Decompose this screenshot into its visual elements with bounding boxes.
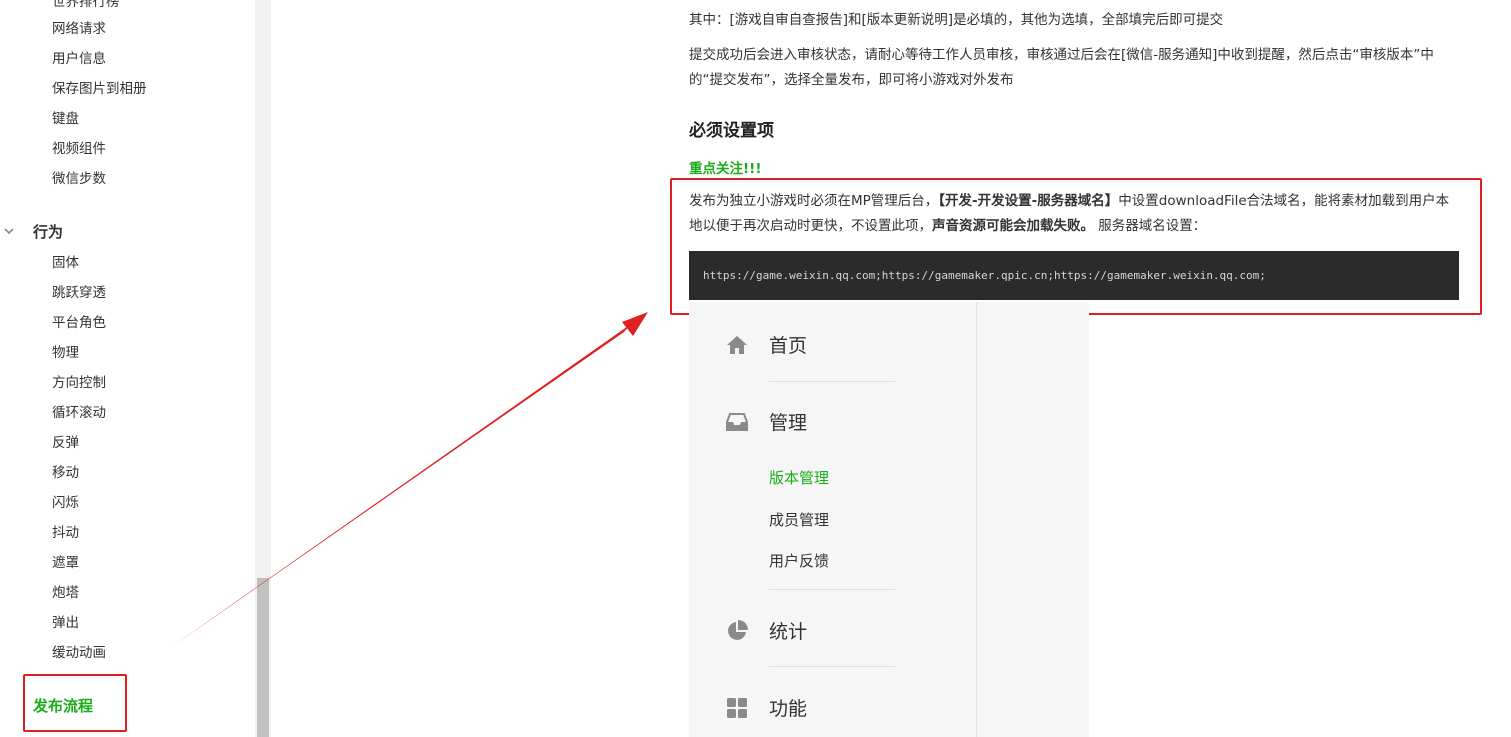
highlight-box-sidebar <box>23 674 127 732</box>
highlight-box-main <box>670 178 1482 315</box>
sidebar-item-loop-scroll[interactable]: 循环滚动 <box>52 403 106 423</box>
sidebar-group-label: 行为 <box>33 222 64 241</box>
sidebar-item-move[interactable]: 移动 <box>52 463 79 483</box>
mp-separator <box>769 589 895 590</box>
paragraph-required-fields: 其中：[游戏自审自查报告]和[版本更新说明]是必填的，其他为选填，全部填完后即可… <box>689 12 1224 28</box>
sidebar-item-save-image[interactable]: 保存图片到相册 <box>52 79 147 99</box>
mp-nav-home-label: 首页 <box>769 335 808 357</box>
sidebar-item-solid[interactable]: 固体 <box>52 253 79 273</box>
mp-subnav-member-manage[interactable]: 成员管理 <box>769 509 829 530</box>
sidebar-item-video[interactable]: 视频组件 <box>52 139 106 159</box>
sidebar-item-bounce[interactable]: 反弹 <box>52 433 79 453</box>
mp-nav-features[interactable]: 功能 <box>725 694 807 721</box>
sidebar-item-wechat-steps[interactable]: 微信步数 <box>52 169 106 189</box>
mp-nav-stats[interactable]: 统计 <box>725 617 807 644</box>
inbox-icon <box>726 412 748 431</box>
sidebar-item-shake[interactable]: 抖动 <box>52 523 79 543</box>
sidebar-scrollbar-thumb[interactable] <box>257 578 269 737</box>
mp-subnav-user-feedback[interactable]: 用户反馈 <box>769 550 829 571</box>
sidebar-item-popup[interactable]: 弹出 <box>52 613 79 633</box>
grid-icon <box>727 697 747 718</box>
pie-chart-icon <box>728 619 748 640</box>
mp-subnav-version-manage[interactable]: 版本管理 <box>769 467 829 488</box>
mp-nav-home[interactable]: 首页 <box>725 331 807 358</box>
sidebar-group-behavior[interactable]: 行为 <box>0 220 63 242</box>
sidebar-item-turret[interactable]: 炮塔 <box>52 583 79 603</box>
sidebar-item-user-info[interactable]: 用户信息 <box>52 49 106 69</box>
sidebar-item-direction[interactable]: 方向控制 <box>52 373 106 393</box>
focus-note: 重点关注!!! <box>689 161 762 177</box>
mp-admin-nav-screenshot: 首页 管理 版本管理 成员管理 用户反馈 统计 功能 <box>689 302 1089 737</box>
section-heading-required-settings: 必须设置项 <box>689 121 774 141</box>
sidebar-item-tween[interactable]: 缓动动画 <box>52 643 106 663</box>
sidebar-item-physics[interactable]: 物理 <box>52 343 79 363</box>
mp-nav-manage[interactable]: 管理 <box>725 408 807 435</box>
paragraph-review-process: 提交成功后会进入审核状态，请耐心等待工作人员审核，审核通过后会在[微信-服务通知… <box>689 47 1434 88</box>
mp-panel-divider <box>976 302 977 737</box>
mp-nav-manage-label: 管理 <box>769 412 808 434</box>
mp-nav-stats-label: 统计 <box>769 621 808 643</box>
mp-separator <box>769 381 895 382</box>
sidebar-item-mask[interactable]: 遮罩 <box>52 553 79 573</box>
home-icon <box>727 335 747 354</box>
sidebar: 世界排行榜 网络请求 用户信息 保存图片到相册 键盘 视频组件 微信步数 行为 … <box>0 0 255 737</box>
sidebar-item-leaderboard[interactable]: 世界排行榜 <box>52 0 120 12</box>
sidebar-item-platform[interactable]: 平台角色 <box>52 313 106 333</box>
sidebar-item-keyboard[interactable]: 键盘 <box>52 109 79 129</box>
sidebar-item-network-request[interactable]: 网络请求 <box>52 19 106 39</box>
mp-nav-features-label: 功能 <box>769 698 808 720</box>
sidebar-item-jump-through[interactable]: 跳跃穿透 <box>52 283 106 303</box>
mp-separator <box>769 666 895 667</box>
arrow-head <box>622 312 648 336</box>
chevron-down-icon <box>4 228 14 235</box>
sidebar-item-flash[interactable]: 闪烁 <box>52 493 79 513</box>
